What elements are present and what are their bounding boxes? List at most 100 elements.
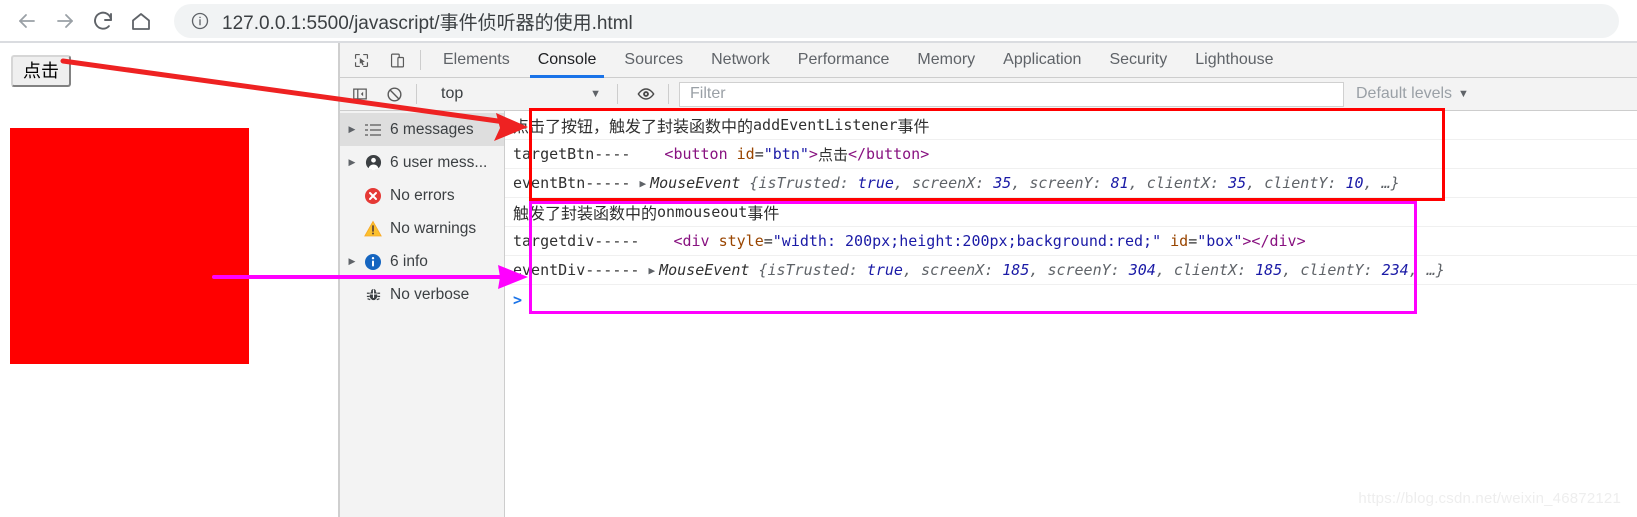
info-circle-icon[interactable] xyxy=(190,11,210,31)
sidebar-item-user-messages[interactable]: ▶ 6 user mess... xyxy=(340,146,504,179)
object-open: {isTrusted: xyxy=(758,261,858,279)
log-message-tail: 事件 xyxy=(747,206,780,223)
screenshot-root: 127.0.0.1:5500/javascript/事件侦听器的使用.html … xyxy=(0,0,1637,517)
toolbar-divider-1 xyxy=(416,84,417,104)
expand-triangle-icon[interactable]: ▶ xyxy=(639,177,646,190)
log-levels-label: Default levels xyxy=(1356,85,1453,102)
tag-close-bracket: > xyxy=(1242,232,1252,250)
tab-sources[interactable]: Sources xyxy=(610,43,697,78)
log-message-1[interactable]: 点击了按钮，触发了封装函数中的 addEventListener 事件 xyxy=(505,111,1637,140)
tab-memory[interactable]: Memory xyxy=(903,43,989,78)
console-prompt-row[interactable]: > xyxy=(505,285,1637,314)
expand-triangle-icon[interactable]: ▶ xyxy=(344,124,360,135)
log-target-div-row[interactable]: targetdiv----- < div style = "width: 200px;… xyxy=(505,227,1637,256)
log-event-label: eventBtn----- xyxy=(513,174,631,192)
tag-open-bracket: < xyxy=(673,232,683,250)
tag-name: button xyxy=(673,145,728,163)
tag-open-bracket: < xyxy=(664,145,674,163)
prop-value: 304 xyxy=(1128,261,1156,279)
tag-closing: </div> xyxy=(1251,232,1306,250)
prop-key: screenY: xyxy=(1047,261,1120,279)
prop-key: screenY: xyxy=(1029,174,1102,192)
reload-icon[interactable] xyxy=(84,2,122,40)
tab-console[interactable]: Console xyxy=(524,43,611,78)
live-expression-icon[interactable] xyxy=(632,80,660,108)
log-event-div-row[interactable]: eventDiv------ ▶ MouseEvent {isTrusted: t… xyxy=(505,256,1637,285)
attr-value-2: "box" xyxy=(1197,232,1243,250)
sidebar-item-label: No errors xyxy=(390,186,455,204)
tab-application[interactable]: Application xyxy=(989,43,1095,78)
sidebar-item-messages[interactable]: ▶ 6 messages xyxy=(340,113,504,146)
tag-name: div xyxy=(682,232,710,250)
back-arrow-icon[interactable] xyxy=(8,2,46,40)
prop-key: screenX: xyxy=(921,261,994,279)
log-target-label: targetBtn---- xyxy=(513,145,631,163)
expand-triangle-icon[interactable]: ▶ xyxy=(648,264,655,277)
console-prompt-caret: > xyxy=(513,290,523,309)
object-istrusted-value: true xyxy=(866,261,903,279)
log-event-btn-row[interactable]: eventBtn----- ▶ MouseEvent {isTrusted: tr… xyxy=(505,169,1637,198)
prop-value: 10 xyxy=(1345,174,1364,192)
prop-key: clientY: xyxy=(1264,174,1337,192)
bug-icon xyxy=(360,286,386,303)
sidebar-item-label: 6 info xyxy=(390,252,428,270)
sidebar-item-info[interactable]: ▶ 6 info xyxy=(340,245,504,278)
prop-value: 35 xyxy=(993,174,1012,192)
execution-context-value: top xyxy=(441,85,464,102)
attr-name: id xyxy=(736,145,755,163)
object-tail: …} xyxy=(1381,174,1400,192)
tab-performance[interactable]: Performance xyxy=(784,43,904,78)
click-button[interactable]: 点击 xyxy=(11,55,71,87)
home-icon[interactable] xyxy=(122,2,160,40)
prop-key: clientX: xyxy=(1173,261,1247,279)
inspect-element-icon[interactable] xyxy=(346,45,376,75)
prop-value: 185 xyxy=(1002,261,1030,279)
prop-value: 81 xyxy=(1110,174,1129,192)
list-icon xyxy=(360,122,386,138)
tab-lighthouse[interactable]: Lighthouse xyxy=(1181,43,1287,78)
info-icon xyxy=(360,253,386,271)
execution-context-select[interactable]: top ▼ xyxy=(433,82,609,107)
address-bar[interactable]: 127.0.0.1:5500/javascript/事件侦听器的使用.html xyxy=(174,4,1619,38)
sidebar-item-verbose[interactable]: ▶ No verbose xyxy=(340,278,504,311)
console-body: ▶ 6 messages ▶ 6 user mess... ▶ xyxy=(340,111,1637,517)
tab-elements[interactable]: Elements xyxy=(429,43,524,78)
sidebar-item-errors[interactable]: ▶ No errors xyxy=(340,179,504,212)
tab-network[interactable]: Network xyxy=(697,43,784,78)
object-open: {isTrusted: xyxy=(749,174,849,192)
attr-equals: = xyxy=(754,145,764,163)
expand-triangle-icon[interactable]: ▶ xyxy=(344,256,360,267)
log-message-2[interactable]: 触发了封装函数中的 onmouseout 事件 xyxy=(505,198,1637,227)
user-icon xyxy=(360,154,386,171)
object-type: MouseEvent xyxy=(650,174,741,192)
log-target-label: targetdiv----- xyxy=(513,232,640,250)
prop-value: 35 xyxy=(1228,174,1247,192)
watermark: https://blog.csdn.net/weixin_46872121 xyxy=(1358,490,1621,507)
error-icon xyxy=(360,187,386,205)
tab-security[interactable]: Security xyxy=(1095,43,1181,78)
forward-arrow-icon[interactable] xyxy=(46,2,84,40)
device-toolbar-icon[interactable] xyxy=(382,45,412,75)
log-message-code: onmouseout xyxy=(657,203,748,221)
chevron-down-icon: ▼ xyxy=(590,88,601,100)
sidebar-item-warnings[interactable]: ▶ No warnings xyxy=(340,212,504,245)
object-type: MouseEvent xyxy=(659,261,750,279)
console-sidebar-toggle-icon[interactable] xyxy=(346,80,374,108)
clear-console-icon[interactable] xyxy=(380,80,408,108)
warning-icon xyxy=(360,220,386,238)
tag-inner-text: 点击 xyxy=(817,145,848,164)
tabbar-divider xyxy=(420,50,421,70)
red-box-div[interactable] xyxy=(10,128,249,364)
attr-value: "width: 200px;height:200px;background:re… xyxy=(772,232,1162,250)
devtools-tabbar: Elements Console Sources Network Perform… xyxy=(340,43,1637,78)
toolbar-divider-2 xyxy=(617,84,618,104)
expand-triangle-icon[interactable]: ▶ xyxy=(344,157,360,168)
filter-input[interactable]: Filter xyxy=(679,81,1344,107)
log-message-text: 触发了封装函数中的 xyxy=(513,206,658,223)
toolbar-divider-3 xyxy=(668,84,669,104)
log-message-text: 点击了按钮，触发了封装函数中的 xyxy=(513,119,754,136)
attr-equals-2: = xyxy=(1188,232,1198,250)
log-levels-select[interactable]: Default levels ▼ xyxy=(1356,85,1469,103)
log-target-btn-row[interactable]: targetBtn---- < button id = "btn" > 点击 </butto… xyxy=(505,140,1637,169)
chevron-down-icon: ▼ xyxy=(1458,88,1469,100)
